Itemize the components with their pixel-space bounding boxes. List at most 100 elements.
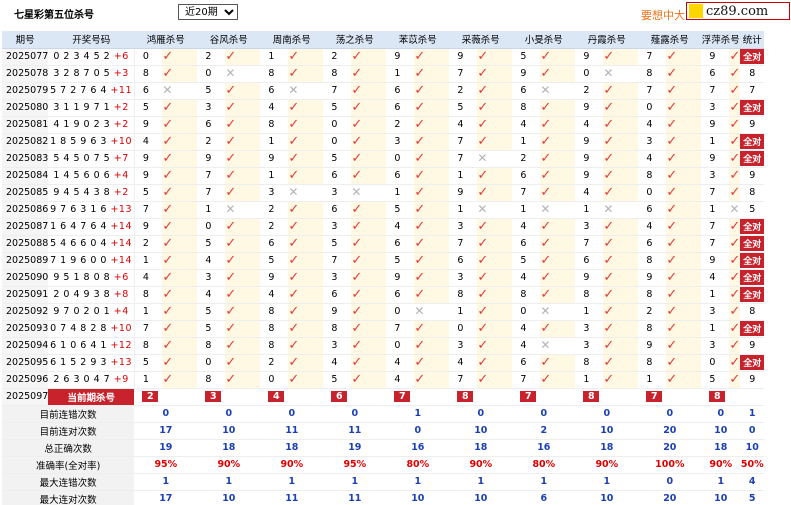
table-row: 2025084 1 4 5 6 0 6 +4 9 ✓ 7 ✓ 1 ✓ 6 ✓ 6 ✓ 1 ✓ 6 ✓ 9 ✓ 8 ✓ 3… <box>2 167 765 185</box>
result-mark-cell: ✓ <box>477 133 513 151</box>
red-check-icon: ✓ <box>540 236 552 251</box>
red-check-icon: ✓ <box>666 304 678 319</box>
red-check-icon: ✓ <box>603 355 615 370</box>
current-pick-badge: 3 <box>205 391 222 402</box>
kill-value-cell: 9 <box>512 65 541 83</box>
kill-value-cell: 5 <box>260 252 289 270</box>
red-check-icon: ✓ <box>225 83 237 98</box>
red-check-icon: ✓ <box>414 134 426 149</box>
result-mark-cell: ✓ <box>477 167 513 185</box>
result-mark-cell: ✓ <box>162 116 198 134</box>
period-cell: 2025083 <box>2 150 49 168</box>
red-check-icon: ✓ <box>351 117 363 132</box>
red-check-icon: ✓ <box>351 83 363 98</box>
kill-value-cell: 9 <box>386 48 415 66</box>
result-mark-cell: ✓ <box>288 303 324 321</box>
result-mark-cell: ✓ <box>603 235 639 253</box>
red-check-icon: ✓ <box>162 185 174 200</box>
correct-count: 5 <box>749 204 756 215</box>
period-select[interactable]: 近20期 <box>178 4 238 20</box>
kill-value-cell: 8 <box>512 99 541 117</box>
site-logo[interactable]: cz89.com <box>686 2 790 20</box>
kill-value-cell: 0 <box>575 65 604 83</box>
kill-value-cell: 9 <box>134 116 163 134</box>
result-mark-cell: ✓ <box>729 337 741 355</box>
result-mark-cell: ✓ <box>414 116 450 134</box>
kill-value-cell: 8 <box>512 286 541 304</box>
kill-value-cell: 9 <box>575 167 604 185</box>
summary-value: 5 <box>740 490 765 505</box>
result-mark-cell: ✓ <box>225 82 261 100</box>
kill-value-cell: 7 <box>638 82 667 100</box>
table-row: 2025083 5 4 5 0 7 5 +7 9 ✓ 9 ✓ 9 ✓ 5 ✓ 0 ✓ 7 ✕ 2 ✓ 9 ✓ 4 ✓ 9… <box>2 150 765 168</box>
kill-value-cell: 4 <box>512 116 541 134</box>
column-header: 小旻杀号 <box>512 31 576 49</box>
result-mark-cell: ✓ <box>414 99 450 117</box>
summary-value: 10 <box>701 422 741 440</box>
kill-value-cell: 3 <box>197 269 226 287</box>
draw-number-cell: 5 4 5 0 7 5 +7 <box>48 150 135 168</box>
summary-value: 10 <box>575 490 639 505</box>
draw-digits: 2 0 4 9 3 8 <box>53 289 114 300</box>
red-check-icon: ✓ <box>225 355 237 370</box>
red-check-icon: ✓ <box>225 49 237 64</box>
kill-value-cell: 7 <box>512 184 541 202</box>
result-mark-cell: ✓ <box>540 354 576 372</box>
kill-value-cell: 5 <box>449 99 478 117</box>
red-check-icon: ✓ <box>414 355 426 370</box>
result-mark-cell: ✓ <box>225 116 261 134</box>
kill-value-cell: 6 <box>197 116 226 134</box>
summary-value: 18 <box>197 439 261 457</box>
kill-value-cell: 0 <box>197 65 226 83</box>
red-check-icon: ✓ <box>729 66 741 81</box>
red-check-icon: ✓ <box>477 236 489 251</box>
result-mark-cell: ✓ <box>540 99 576 117</box>
red-check-icon: ✓ <box>162 338 174 353</box>
red-check-icon: ✓ <box>603 117 615 132</box>
draw-number-cell: 9 5 1 8 0 8 +6 <box>48 269 135 287</box>
draw-number-cell: 4 1 9 0 2 3 +2 <box>48 116 135 134</box>
correct-count: 9 <box>749 170 756 181</box>
current-pick-badge: 8 <box>583 391 600 402</box>
result-mark-cell: ✓ <box>288 65 324 83</box>
red-check-icon: ✓ <box>288 270 300 285</box>
result-mark-cell: ✓ <box>414 82 450 100</box>
kill-value-cell: 5 <box>134 184 163 202</box>
red-check-icon: ✓ <box>351 338 363 353</box>
result-mark-cell: ✕ <box>540 82 576 100</box>
red-check-icon: ✓ <box>729 372 741 387</box>
kill-value-cell: 9 <box>323 303 352 321</box>
red-check-icon: ✓ <box>225 134 237 149</box>
result-mark-cell: ✓ <box>225 218 261 236</box>
red-check-icon: ✓ <box>162 253 174 268</box>
table-row: 2025090 9 5 1 8 0 8 +6 4 ✓ 3 ✓ 9 ✓ 3 ✓ 9 ✓ 3 ✓ 4 ✓ 9 ✓ 9 ✓ 4… <box>2 269 765 287</box>
red-check-icon: ✓ <box>540 219 552 234</box>
correct-count: 9 <box>749 374 756 385</box>
red-check-icon: ✓ <box>603 372 615 387</box>
red-check-icon: ✓ <box>351 355 363 370</box>
kill-value-cell: 4 <box>197 252 226 270</box>
red-check-icon: ✓ <box>414 270 426 285</box>
draw-digits: 7 1 9 6 0 0 <box>50 255 111 266</box>
summary-row: 准确率(全对率) 95% 90% 90% 95% 80% 90% 80% 90% 100% 90% 5… <box>2 456 765 474</box>
kill-value-cell: 1 <box>260 167 289 185</box>
summary-value: 0 <box>638 473 702 491</box>
red-check-icon: ✓ <box>540 151 552 166</box>
summary-value: 0 <box>701 405 741 423</box>
kill-value-cell: 4 <box>638 218 667 236</box>
result-mark-cell: ✓ <box>225 337 261 355</box>
kill-value-cell: 2 <box>197 48 226 66</box>
red-check-icon: ✓ <box>603 185 615 200</box>
current-pick-cell: 6 <box>323 388 352 406</box>
result-mark-cell: ✓ <box>225 252 261 270</box>
result-mark-cell: ✓ <box>666 252 702 270</box>
ad-text[interactable]: 要想中大 <box>641 7 685 23</box>
table-row: 2025078 3 2 8 7 0 5 +3 8 ✓ 0 ✕ 8 ✓ 8 ✓ 1 ✓ 7 ✓ 9 ✓ 0 ✕ 8 ✓ 6… <box>2 65 765 83</box>
kill-value-cell: 4 <box>260 99 289 117</box>
result-mark-cell: ✓ <box>540 218 576 236</box>
red-check-icon: ✓ <box>729 83 741 98</box>
red-check-icon: ✓ <box>603 100 615 115</box>
draw-digits: 1 6 4 7 6 4 <box>50 221 111 232</box>
result-mark-cell: ✓ <box>603 269 639 287</box>
kill-value-cell: 7 <box>701 82 730 100</box>
